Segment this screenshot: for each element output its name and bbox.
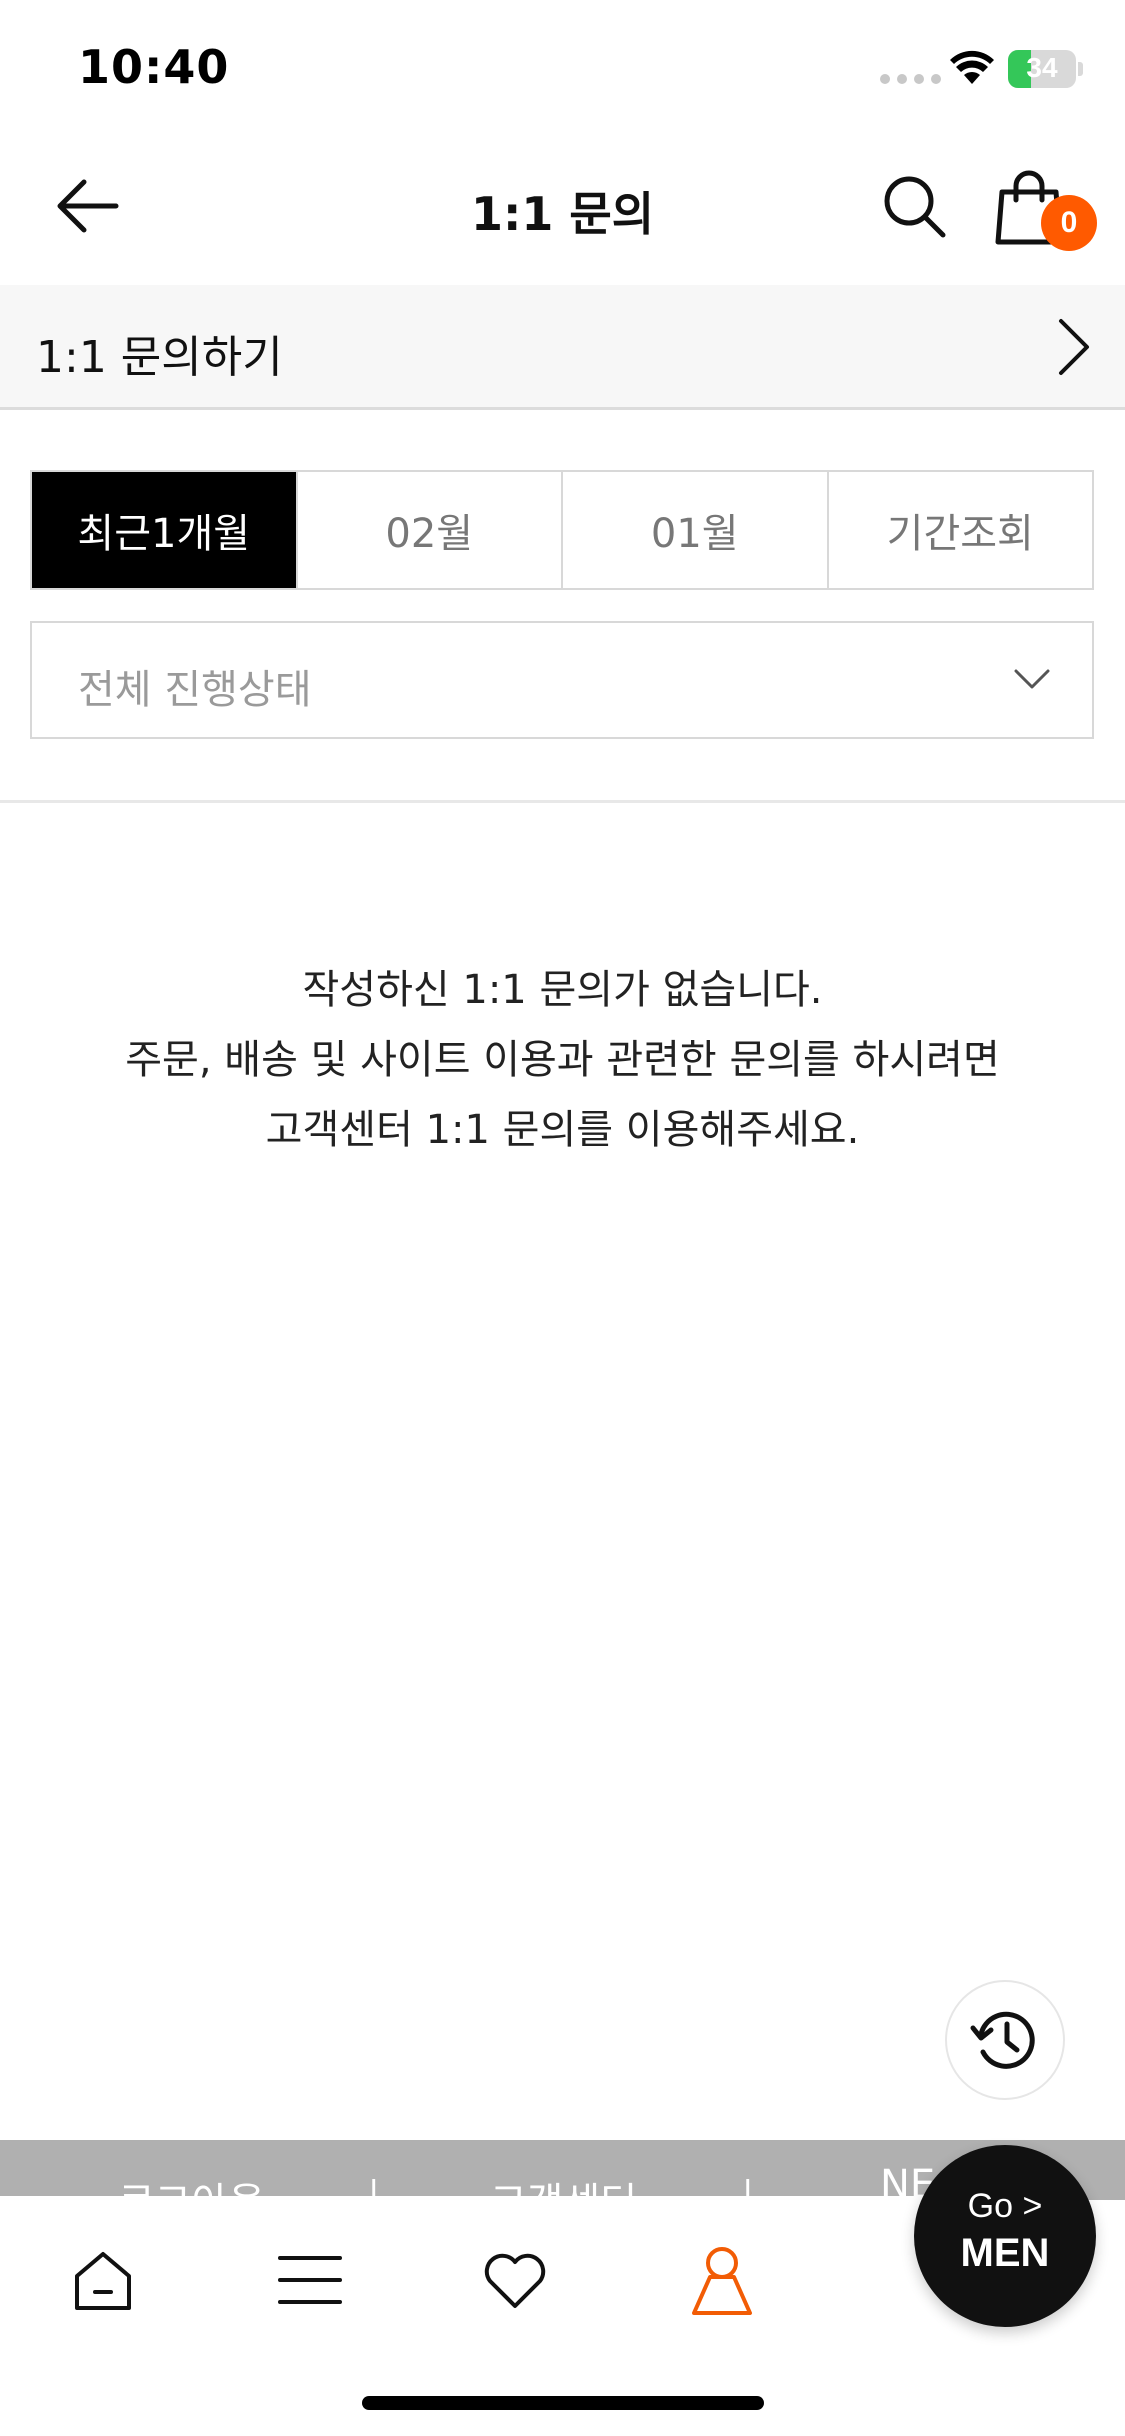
write-inquiry-link[interactable]: 1:1 문의하기 <box>0 285 1125 410</box>
user-icon <box>692 2247 752 2315</box>
empty-state-message: 작성하신 1:1 문의가 없습니다. 주문, 배송 및 사이트 이용과 관련한 … <box>0 955 1125 1165</box>
tab-my-page[interactable] <box>682 2240 762 2320</box>
empty-message-line-1: 작성하신 1:1 문의가 없습니다. <box>302 967 823 1013</box>
search-button[interactable] <box>878 170 950 242</box>
tab-january[interactable]: 01월 <box>563 472 829 588</box>
cart-count-badge: 0 <box>1041 195 1097 251</box>
heart-icon <box>484 2253 546 2308</box>
go-men-button[interactable]: Go > MEN <box>914 2145 1096 2327</box>
tab-date-range[interactable]: 기간조회 <box>829 472 1093 588</box>
home-indicator <box>362 2396 764 2410</box>
tab-recent-1-month[interactable]: 최근1개월 <box>32 472 298 588</box>
tab-wishlist[interactable] <box>475 2240 555 2320</box>
go-men-main-label: MEN <box>960 2231 1050 2275</box>
page-title: 1:1 문의 <box>470 187 655 241</box>
status-filter-value: 전체 진행상태 <box>78 667 312 713</box>
chevron-down-icon <box>1014 669 1050 689</box>
menu-icon <box>278 2256 342 2304</box>
period-tabs: 최근1개월 02월 01월 기간조회 <box>30 470 1094 590</box>
recent-history-button[interactable] <box>945 1980 1065 2100</box>
wifi-icon <box>950 50 994 84</box>
go-men-top-label: Go > <box>967 2187 1043 2225</box>
write-inquiry-label: 1:1 문의하기 <box>36 332 283 383</box>
chevron-right-icon <box>1059 319 1089 375</box>
home-icon <box>75 2252 131 2310</box>
battery-cap <box>1078 62 1083 76</box>
empty-message-line-2: 주문, 배송 및 사이트 이용과 관련한 문의를 하시려면 <box>125 1037 1000 1083</box>
status-filter-select[interactable]: 전체 진행상태 <box>30 621 1094 739</box>
status-time: 10:40 <box>78 40 230 94</box>
cellular-signal-icon <box>880 74 941 84</box>
tab-february[interactable]: 02월 <box>298 472 563 588</box>
tab-home[interactable] <box>63 2240 143 2320</box>
status-bar: 10:40 34 <box>0 0 1125 140</box>
tab-menu[interactable] <box>270 2240 350 2320</box>
battery-icon: 34 <box>1008 50 1076 88</box>
search-icon <box>884 176 946 238</box>
battery-level: 34 <box>1026 52 1058 83</box>
history-clock-icon <box>970 2011 1035 2069</box>
section-divider <box>0 800 1125 803</box>
empty-message-line-3: 고객센터 1:1 문의를 이용해주세요. <box>265 1107 860 1153</box>
header: 1:1 문의 <box>0 140 1125 285</box>
